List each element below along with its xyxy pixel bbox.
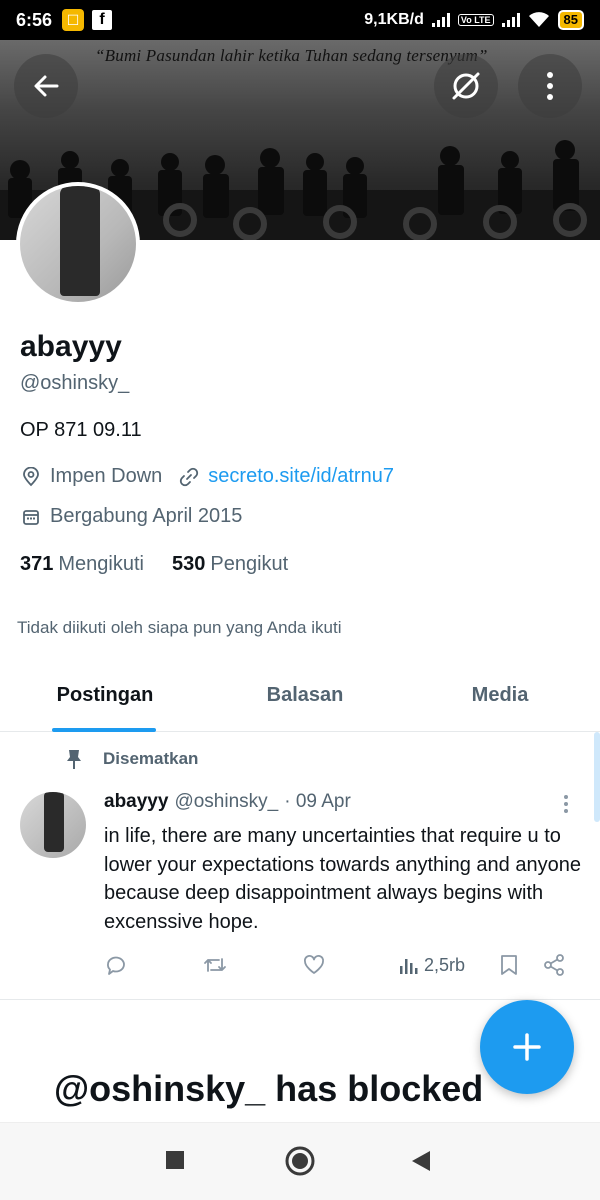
system-nav-bar [0,1122,600,1200]
reply-button[interactable] [104,950,128,980]
tweet-divider [0,999,600,1000]
bookmark-icon [501,955,517,975]
mute-button[interactable] [434,54,498,118]
heart-icon [304,955,324,974]
share-button[interactable] [542,950,566,980]
reply-icon [107,956,125,975]
profile-tabs: Postingan Balasan Media [0,660,600,732]
retweet-button[interactable] [202,950,228,980]
status-bar: 6:56 ☐ f 9,1KB/d Vo LTE 85 [0,0,600,40]
views-button[interactable]: 2,5rb [398,950,465,980]
tweet-text: in life, there are many uncertainties th… [104,825,581,933]
plus-icon [513,1033,541,1061]
not-followed-notice: Tidak diikuti oleh siapa pun yang Anda i… [17,618,342,637]
followers-label: Pengikut [210,553,289,575]
home-icon[interactable] [284,1145,316,1177]
profile-website-link[interactable]: secreto.site/id/atrnu7 [208,465,394,488]
active-tab-indicator [52,728,156,732]
profile-joined-date: Bergabung April 2015 [50,505,243,527]
compose-tweet-button[interactable] [480,1000,574,1094]
wifi-icon [528,12,549,27]
status-time: 6:56 [16,9,53,30]
tab-media[interactable]: Media [400,660,600,731]
following-count: 371 [20,553,54,575]
share-icon [544,954,564,976]
profile-handle: @oshinsky_ [20,372,130,394]
following-link[interactable]: 371 Mengikuti [20,553,144,576]
views-icon [400,959,418,974]
mute-icon [452,72,480,100]
profile-avatar[interactable] [16,182,140,306]
profile-meta-joined: Bergabung April 2015 [20,505,242,528]
follow-stats: 371 Mengikuti 530 Pengikut [20,553,288,576]
pin-icon [62,748,86,770]
tweet-actions: 2,5rb [104,950,574,980]
link-icon [178,466,200,488]
profile-meta-location-website: Impen Down secreto.site/id/atrnu7 [20,465,394,488]
banner-quote: “Bumi Pasundan lahir ketika Tuhan sedang… [95,46,488,65]
location-icon [20,466,42,488]
signal-icon [431,13,450,27]
recents-icon[interactable] [164,1149,186,1171]
profile-name: abayyy [20,330,122,363]
volte-badge: Vo LTE [457,14,494,26]
tweet-author-name[interactable]: abayyy [104,791,168,813]
signal-icon-2 [501,13,520,27]
tab-label: Postingan [56,684,154,706]
back-button[interactable] [14,54,78,118]
tweet-header: abayyy @oshinsky_ · 09 Apr [104,791,351,813]
followers-link[interactable]: 530 Pengikut [172,553,288,576]
profile-location: Impen Down [50,465,163,487]
tab-balasan[interactable]: Balasan [210,660,400,731]
scroll-indicator[interactable] [594,732,600,822]
following-label: Mengikuti [58,553,144,575]
tab-postingan[interactable]: Postingan [0,660,210,732]
blocked-heading: @oshinsky_ has blocked [54,1068,484,1109]
like-button[interactable] [302,950,326,980]
bookmark-button[interactable] [498,950,520,980]
tweet-date: · 09 Apr [284,791,351,812]
battery-indicator: 85 [557,10,584,30]
arrow-left-icon [34,75,59,97]
calendar-icon [20,506,42,528]
tweet-author-avatar[interactable] [20,792,86,858]
followers-count: 530 [171,553,206,575]
tweet-more-options-icon[interactable] [556,792,576,816]
network-speed: 9,1KB/d [364,11,424,28]
pinned-label: Disematkan [103,749,199,768]
more-vertical-icon [547,72,553,100]
tab-label: Balasan [266,684,344,706]
facebook-icon: f [92,10,113,30]
notification-app-icon: ☐ [62,9,85,31]
tweet-author-handle: @oshinsky_ [174,791,279,812]
profile-bio: OP 871 09.11 [20,419,142,441]
retweet-icon [204,958,226,972]
pinned-label-row: Disematkan [62,748,198,770]
back-nav-icon[interactable] [410,1149,432,1173]
views-count: 2,5rb [424,954,466,975]
more-options-button[interactable] [518,54,582,118]
tab-label: Media [471,684,529,706]
